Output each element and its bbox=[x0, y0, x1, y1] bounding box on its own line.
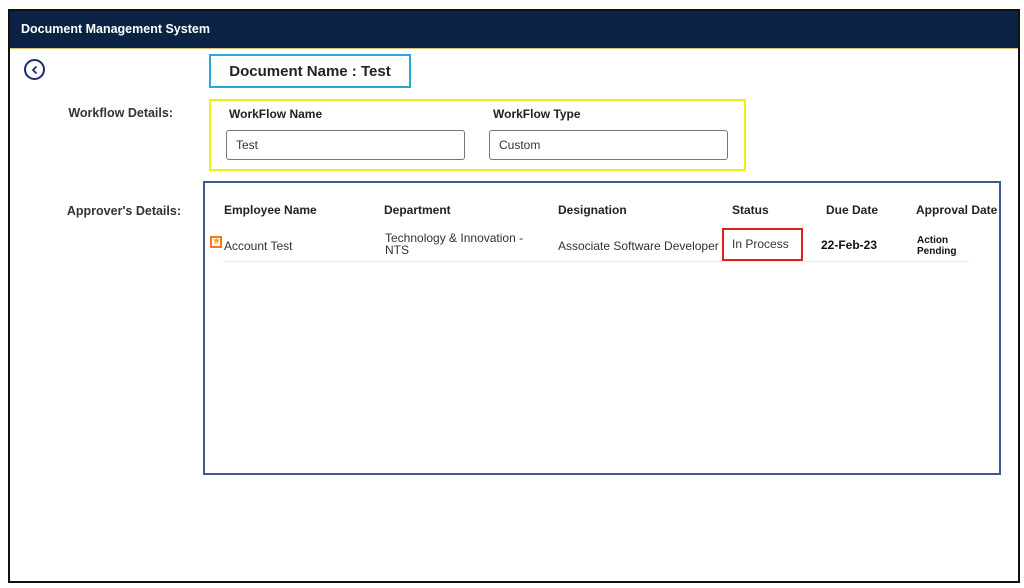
department-cell: Technology & Innovation - NTS bbox=[385, 232, 523, 256]
column-header-due-date: Due Date bbox=[826, 203, 879, 217]
app-window: Document Management System Document Name… bbox=[8, 9, 1020, 583]
column-header-designation: Designation bbox=[558, 203, 627, 217]
row-divider bbox=[223, 261, 969, 262]
column-header-status: Status bbox=[732, 203, 769, 217]
column-header-approval-date: Approval Date bbox=[916, 203, 998, 217]
document-name-title: Document Name : Test bbox=[209, 54, 411, 88]
department-line-2: NTS bbox=[385, 243, 409, 257]
app-header: Document Management System bbox=[10, 11, 1018, 49]
column-header-department: Department bbox=[384, 203, 451, 217]
approvers-details-label: Approver's Details: bbox=[66, 204, 181, 218]
approvers-table: Employee Name Department Designation Sta… bbox=[203, 181, 1001, 475]
chevron-left-icon bbox=[31, 65, 37, 74]
approval-date-line-1: Action bbox=[917, 235, 949, 246]
workflow-details-panel: WorkFlow Name WorkFlow Type bbox=[209, 99, 746, 171]
workflow-name-label: WorkFlow Name bbox=[229, 107, 323, 121]
workflow-type-input[interactable] bbox=[489, 130, 728, 160]
column-header-employee-name: Employee Name bbox=[224, 203, 317, 217]
due-date-cell: 22-Feb-23 bbox=[821, 238, 878, 252]
app-title: Document Management System bbox=[21, 22, 210, 36]
approval-date-cell: Action Pending bbox=[917, 235, 956, 257]
workflow-type-label: WorkFlow Type bbox=[493, 107, 581, 121]
status-badge: In Process bbox=[722, 228, 803, 261]
designation-cell: Associate Software Developer bbox=[558, 239, 719, 253]
star-icon[interactable]: ★ bbox=[210, 236, 222, 248]
back-button[interactable] bbox=[24, 59, 45, 80]
approval-date-line-2: Pending bbox=[917, 246, 957, 257]
workflow-details-label: Workflow Details: bbox=[68, 106, 173, 120]
workflow-name-input[interactable] bbox=[226, 130, 465, 160]
employee-name-cell: Account Test bbox=[224, 239, 293, 253]
